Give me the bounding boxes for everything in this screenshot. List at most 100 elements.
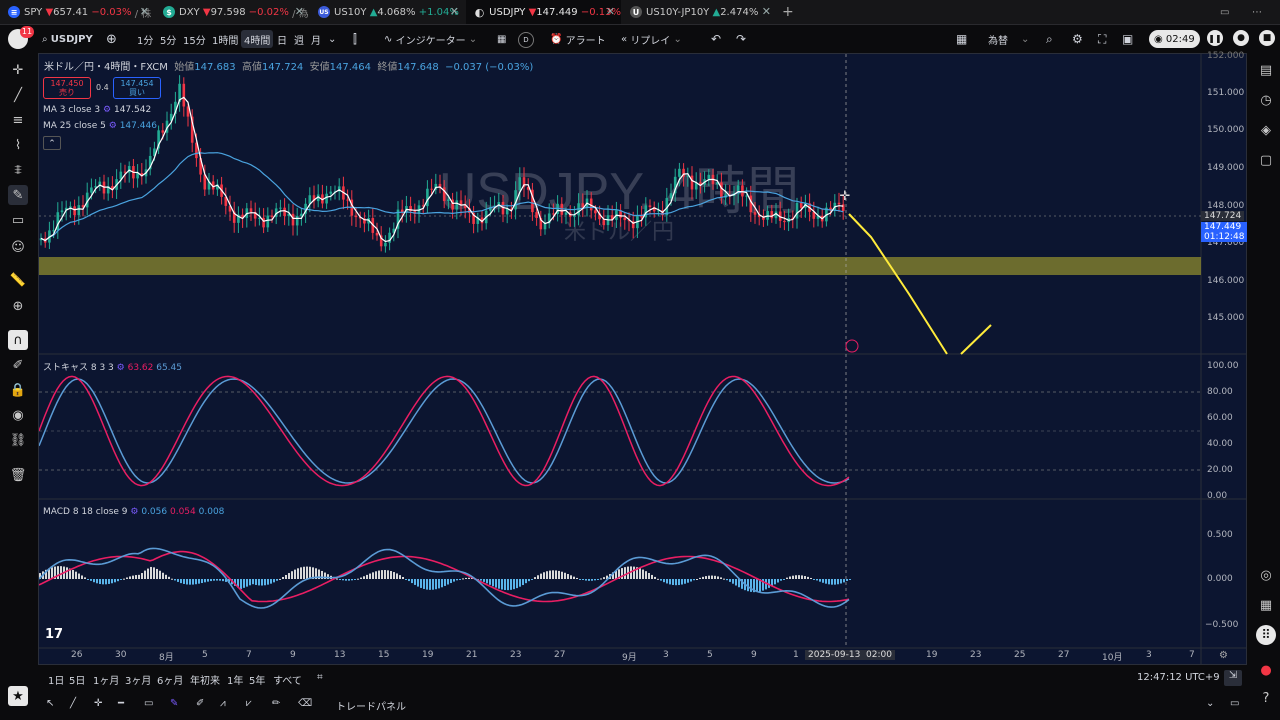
buy-button[interactable]: 147.454 買い bbox=[113, 77, 161, 99]
sell-button[interactable]: 147.450 売り bbox=[43, 77, 91, 99]
compare-add-button[interactable]: ⊕ bbox=[106, 30, 117, 48]
trash-icon[interactable]: 🗑 bbox=[8, 465, 28, 485]
tab-us10y-jp10y[interactable]: U US10Y-JP10Y ▲ 2.474% ✕ bbox=[622, 0, 777, 24]
dollar-circle-icon[interactable]: D bbox=[518, 32, 534, 48]
projection-line-up[interactable] bbox=[960, 324, 992, 355]
range-1m[interactable]: 1ヶ月 bbox=[93, 672, 119, 687]
range-ytd[interactable]: 年初来 bbox=[190, 672, 220, 687]
eye-icon[interactable]: ◉ bbox=[8, 405, 28, 425]
highlighter-icon[interactable]: ✏ bbox=[272, 698, 280, 709]
interval-15m[interactable]: 15分 bbox=[183, 30, 206, 48]
microphone-icon[interactable]: ● bbox=[1233, 30, 1249, 46]
interval-5m[interactable]: 5分 bbox=[160, 30, 176, 48]
zoom-icon[interactable]: ⊕ bbox=[8, 296, 28, 316]
tab-spy[interactable]: ≡ SPY ▼ 657.41 −0.03% / 株 ✕ bbox=[0, 0, 155, 24]
settings-icon[interactable]: ⚙ bbox=[130, 507, 138, 517]
interval-4h[interactable]: 4時間 bbox=[241, 30, 274, 48]
range-5d[interactable]: 5日 bbox=[69, 672, 85, 687]
interval-1m[interactable]: 1分 bbox=[137, 30, 153, 48]
help-icon[interactable]: ? bbox=[1256, 688, 1276, 708]
clock-timezone[interactable]: 12:47:12 UTC+9 bbox=[1137, 672, 1220, 683]
redo-icon[interactable]: ↷ bbox=[736, 30, 746, 48]
pattern-icon[interactable]: ⌇ bbox=[8, 135, 28, 155]
chart-canvas[interactable]: USDJPY, 4時間 米ドル／円 ✛ 17 bbox=[39, 54, 1246, 664]
range-5y[interactable]: 5年 bbox=[249, 672, 265, 687]
axis-settings-icon[interactable]: ⚙ bbox=[1219, 650, 1228, 661]
layout-name[interactable]: 為替 bbox=[988, 30, 1008, 48]
interval-month[interactable]: 月 bbox=[311, 30, 321, 48]
cursor-icon[interactable]: ↖ bbox=[46, 698, 54, 709]
range-1y[interactable]: 1年 bbox=[227, 672, 243, 687]
ma3-legend[interactable]: MA 3 close 3 ⚙ 147.542 bbox=[43, 105, 151, 115]
trade-panel-label[interactable]: トレードパネル bbox=[336, 698, 406, 713]
symbol-search[interactable]: ⌕ USDJPY bbox=[42, 30, 93, 48]
magnet-icon[interactable]: ∩ bbox=[8, 330, 28, 350]
horizontal-line-icon[interactable]: ━ bbox=[118, 698, 124, 709]
range-1d[interactable]: 1日 bbox=[48, 672, 64, 687]
close-icon[interactable]: ✕ bbox=[606, 5, 615, 18]
lock-icon[interactable]: 🔒 bbox=[8, 380, 28, 400]
ruler-icon[interactable]: 📏 bbox=[8, 270, 28, 290]
settings-icon[interactable]: ⚙ bbox=[1072, 30, 1083, 48]
settings-icon[interactable]: ⚙ bbox=[109, 121, 117, 131]
fib-icon[interactable]: ≡ bbox=[8, 110, 28, 130]
settings-icon[interactable]: ⚙ bbox=[117, 363, 125, 373]
brush-icon[interactable]: ✎ bbox=[8, 185, 28, 205]
range-all[interactable]: すべて bbox=[273, 672, 302, 687]
support-zone[interactable] bbox=[39, 257, 1201, 275]
trend-line-icon[interactable]: ╱ bbox=[8, 85, 28, 105]
rectangle-icon[interactable]: ▭ bbox=[144, 698, 153, 709]
auto-scale-icon[interactable]: ⇲ bbox=[1224, 670, 1242, 686]
tab-usdjpy[interactable]: ◐ USDJPY ▼ 147.449 −0.13% ✕ bbox=[466, 0, 621, 24]
target-icon[interactable]: ◎ bbox=[1256, 565, 1276, 585]
menu-icon[interactable]: ⋯ bbox=[1252, 0, 1272, 24]
interval-1h[interactable]: 1時間 bbox=[212, 30, 238, 48]
undo-icon[interactable]: ↶ bbox=[711, 30, 721, 48]
ma25-legend[interactable]: MA 25 close 5 ⚙ 147.446 bbox=[43, 121, 157, 131]
notification-icon[interactable]: ● bbox=[1256, 660, 1276, 680]
settings-icon[interactable]: ⚙ bbox=[103, 105, 111, 115]
new-tab-button[interactable]: + bbox=[782, 0, 802, 24]
tab-dxy[interactable]: $ DXY ▼ 97.598 −0.02% / 為 ✕ bbox=[155, 0, 310, 24]
stoch-legend[interactable]: ストキャス 8 3 3 ⚙ 63.62 65.45 bbox=[43, 360, 182, 373]
chevron-down-icon[interactable]: ⌄ bbox=[1021, 30, 1029, 48]
emoji-icon[interactable]: ☺ bbox=[8, 237, 28, 257]
chat-icon[interactable]: ▢ bbox=[1256, 150, 1276, 170]
text-icon[interactable]: ▭ bbox=[8, 210, 28, 230]
interval-week[interactable]: 週 bbox=[294, 30, 304, 48]
projection-icon[interactable]: ⩨ bbox=[8, 160, 28, 180]
link-icon[interactable]: ⛓ bbox=[8, 430, 28, 450]
tab-us10y[interactable]: US US10Y ▲ 4.068% +1.04% ✕ bbox=[310, 0, 465, 24]
projection-line-down[interactable] bbox=[848, 213, 948, 355]
camera-icon[interactable]: ▣ bbox=[1122, 30, 1133, 48]
range-3m[interactable]: 3ヶ月 bbox=[125, 672, 151, 687]
chart-title[interactable]: 米ドル／円・4時間・FXCM bbox=[44, 62, 168, 73]
chart-pane[interactable]: USDJPY, 4時間 米ドル／円 ✛ 17 米ドル／円・4時間・FXCM 始値… bbox=[38, 51, 1248, 665]
close-icon[interactable]: ✕ bbox=[762, 5, 771, 18]
watchlist-icon[interactable]: ▤ bbox=[1256, 60, 1276, 80]
apps-icon[interactable]: ⠿ bbox=[1256, 625, 1276, 645]
alert-button[interactable]: ⏰ アラート bbox=[550, 30, 606, 48]
clock-icon[interactable]: ◷ bbox=[1256, 90, 1276, 110]
star-icon[interactable]: ★ bbox=[8, 686, 28, 706]
pen-icon[interactable]: ✐ bbox=[196, 698, 204, 709]
recording-timer[interactable]: ◉ 02:49 bbox=[1149, 30, 1200, 48]
path-icon[interactable]: ⩗ bbox=[246, 698, 252, 709]
templates-icon[interactable]: ▦ bbox=[497, 30, 506, 48]
layout-grid-icon[interactable]: ▦ bbox=[956, 30, 967, 48]
stop-icon[interactable]: ■ bbox=[1259, 30, 1275, 46]
goto-date-icon[interactable]: ⌗ bbox=[317, 672, 323, 683]
eraser-icon[interactable]: ⌫ bbox=[298, 698, 312, 709]
pattern-icon[interactable]: ⩘ bbox=[220, 698, 226, 709]
range-6m[interactable]: 6ヶ月 bbox=[157, 672, 183, 687]
interval-day[interactable]: 日 bbox=[277, 30, 287, 48]
close-icon[interactable]: ✕ bbox=[450, 5, 459, 18]
crosshair-icon[interactable]: ✛ bbox=[94, 698, 102, 709]
quick-search-icon[interactable]: ⌕ bbox=[1046, 30, 1053, 48]
close-icon[interactable]: ✕ bbox=[295, 5, 304, 18]
window-icon[interactable]: ▭ bbox=[1220, 0, 1240, 24]
pause-icon[interactable]: ❚❚ bbox=[1207, 30, 1223, 46]
chevron-down-icon[interactable]: ⌄ bbox=[328, 30, 336, 48]
trend-line-icon[interactable]: ╱ bbox=[70, 698, 76, 709]
close-icon[interactable]: ✕ bbox=[140, 5, 149, 18]
